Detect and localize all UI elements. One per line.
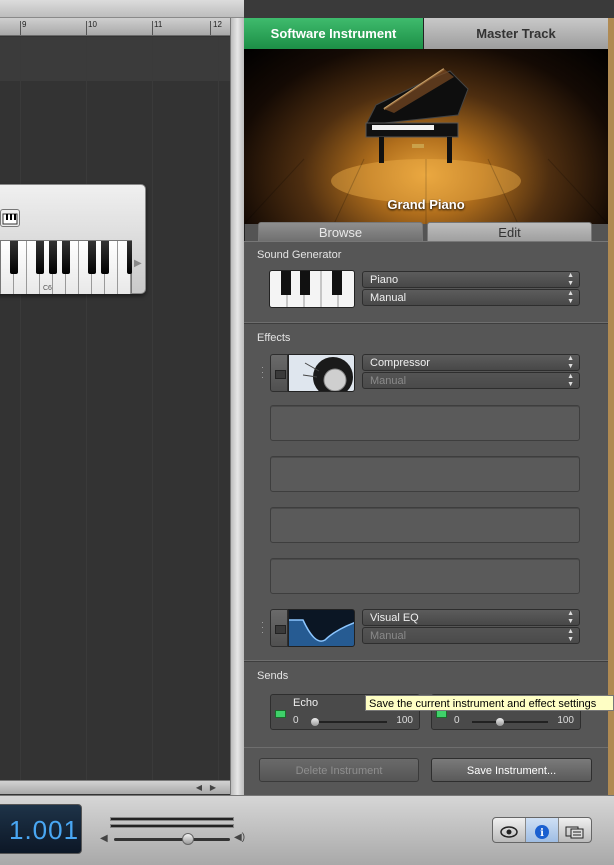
timeline-ruler[interactable]: 9 10 11 12: [0, 18, 230, 36]
effect1-preset: Manual: [370, 375, 407, 387]
send-slider-knob[interactable]: [495, 718, 504, 726]
send-enabled-led[interactable]: [436, 710, 447, 718]
send-min: 0: [293, 715, 299, 726]
effect-slot-empty[interactable]: [270, 507, 580, 543]
updown-arrows-icon: ▲ ▼: [567, 272, 574, 287]
instrument-name: Grand Piano: [387, 197, 465, 212]
grid-line: [20, 37, 21, 785]
instrument-popup-value: Piano: [370, 274, 399, 286]
effect-slot-empty[interactable]: [270, 405, 580, 441]
effect6-name: Visual EQ: [370, 612, 419, 624]
save-instrument-button[interactable]: Save Instrument...: [431, 758, 592, 782]
send-max: 100: [396, 715, 413, 726]
effect1-popup[interactable]: Compressor ▲ ▼: [362, 354, 580, 371]
ruler-tick: 10: [88, 20, 97, 29]
effect6-preset: Manual: [370, 630, 407, 642]
sound-generator-thumbnail[interactable]: [269, 270, 355, 308]
vertical-scrollbar[interactable]: [230, 18, 244, 795]
panel-edge: [608, 18, 614, 795]
effect1-preset-popup[interactable]: Manual ▲ ▼: [362, 372, 580, 389]
drag-handle-icon[interactable]: · · ·: [261, 618, 265, 637]
updown-arrows-icon: ▲ ▼: [567, 355, 574, 370]
keyboard-type-toggle[interactable]: [0, 209, 20, 227]
lcd-display[interactable]: 1.001: [0, 804, 82, 854]
tab-browse[interactable]: Browse: [258, 222, 423, 242]
octave-label: C6: [43, 285, 52, 292]
send-max: 100: [557, 715, 574, 726]
grid-line: [152, 37, 153, 785]
effects-title: Effects: [257, 332, 291, 344]
sound-generator-title: Sound Generator: [257, 249, 342, 261]
view-buttons: i: [492, 817, 592, 843]
tab-edit[interactable]: Edit: [427, 222, 592, 242]
updown-arrows-icon: ▲ ▼: [567, 610, 574, 625]
eq-curve-icon: [289, 610, 354, 646]
send-name: Echo: [293, 697, 319, 709]
compressor-dial-icon: [289, 355, 354, 391]
piano-keys[interactable]: C6: [0, 240, 132, 294]
send-slider-knob[interactable]: [311, 718, 319, 726]
eye-icon[interactable]: [493, 818, 526, 842]
horizontal-scrollbar[interactable]: ◀ ▶: [0, 780, 230, 794]
ruler-tick: 9: [22, 20, 27, 29]
level-meter-left: [110, 817, 234, 821]
track-lane[interactable]: [0, 37, 230, 81]
svg-text:i: i: [540, 828, 544, 839]
info-icon[interactable]: i: [526, 818, 559, 842]
ruler-tick: 12: [213, 20, 222, 29]
delete-instrument-button[interactable]: Delete Instrument: [259, 758, 419, 782]
updown-arrows-icon: ▲ ▼: [567, 628, 574, 643]
grid-line: [86, 37, 87, 785]
preset-popup-value: Manual: [370, 292, 407, 304]
level-meter-right: [110, 824, 234, 828]
window-top-strip: [0, 0, 244, 18]
scroll-left-icon[interactable]: ◀: [192, 781, 206, 795]
media-browser-icon[interactable]: [559, 818, 591, 842]
chevron-right-icon[interactable]: ▶: [134, 258, 142, 269]
scroll-right-icon[interactable]: ▶: [206, 781, 220, 795]
effect-toggle[interactable]: [270, 354, 288, 392]
updown-arrows-icon: ▲ ▼: [567, 290, 574, 305]
track-area: [0, 0, 230, 795]
effect6-popup[interactable]: Visual EQ ▲ ▼: [362, 609, 580, 626]
visual-eq-thumbnail[interactable]: [288, 609, 355, 647]
ruler-tick: 11: [154, 20, 163, 29]
effect-slot-empty[interactable]: [270, 558, 580, 594]
section-divider: [244, 660, 608, 661]
save-tooltip: Save the current instrument and effect s…: [365, 695, 614, 711]
compressor-thumbnail[interactable]: [288, 354, 355, 392]
drag-handle-icon[interactable]: · · ·: [261, 363, 265, 382]
tab-master-track[interactable]: Master Track: [424, 18, 608, 49]
effect-toggle[interactable]: [270, 609, 288, 647]
piano-keys-icon: [2, 213, 18, 225]
master-volume-knob[interactable]: [181, 833, 194, 845]
speaker-high-icon: ◀): [234, 832, 246, 843]
speaker-low-icon: ◀: [100, 833, 108, 844]
send-enabled-led[interactable]: [275, 710, 286, 718]
preset-popup[interactable]: Manual ▲ ▼: [362, 289, 580, 306]
effect-slot-empty[interactable]: [270, 456, 580, 492]
master-volume-slider[interactable]: [114, 838, 230, 841]
effect1-name: Compressor: [370, 357, 430, 369]
send-min: 0: [454, 715, 460, 726]
send-slider-track[interactable]: [472, 718, 548, 726]
effect6-preset-popup[interactable]: Manual ▲ ▼: [362, 627, 580, 644]
piano-keys-icon: [270, 271, 354, 307]
instrument-popup[interactable]: Piano ▲ ▼: [362, 271, 580, 288]
grid-line: [218, 37, 219, 785]
updown-arrows-icon: ▲ ▼: [567, 373, 574, 388]
send-slider-track[interactable]: [311, 718, 387, 726]
section-divider: [244, 322, 608, 323]
sends-title: Sends: [257, 670, 289, 682]
tab-software-instrument[interactable]: Software Instrument: [244, 18, 424, 49]
